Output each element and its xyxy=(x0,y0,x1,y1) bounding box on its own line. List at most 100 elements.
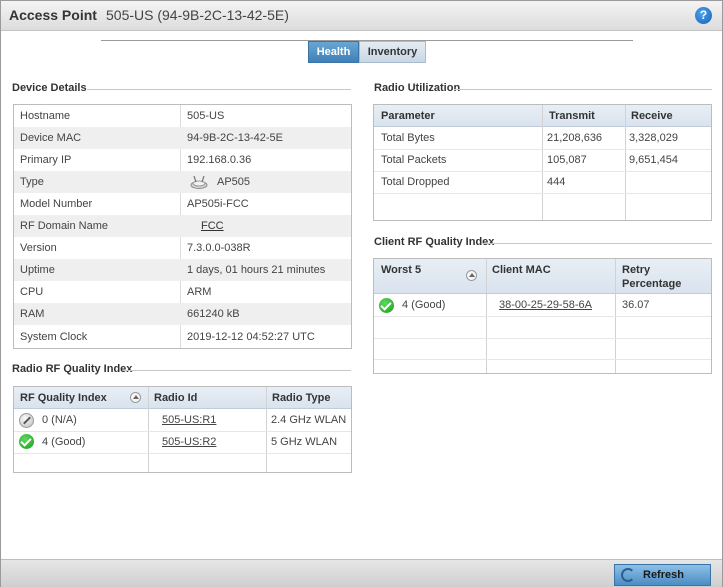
status-na-icon xyxy=(19,413,34,428)
detail-label: Primary IP xyxy=(20,154,72,166)
row-separator xyxy=(374,193,711,194)
column-header-radio-type[interactable]: Radio Type xyxy=(272,392,330,404)
column-header-parameter[interactable]: Parameter xyxy=(381,110,435,122)
device-details-panel: Hostname 505-US Device MAC 94-9B-2C-13-4… xyxy=(13,104,352,349)
table-header: RF Quality Index Radio Id Radio Type xyxy=(14,387,351,409)
access-point-icon xyxy=(190,175,208,189)
column-divider xyxy=(542,105,543,220)
refresh-button[interactable]: Refresh xyxy=(614,564,711,586)
transmit-value: 444 xyxy=(547,176,566,188)
detail-label: RF Domain Name xyxy=(20,220,109,232)
detail-label: Hostname xyxy=(20,110,71,122)
tab-health[interactable]: Health xyxy=(308,41,359,63)
device-details-title: Device Details xyxy=(12,82,87,94)
detail-value: 94-9B-2C-13-42-5E xyxy=(187,132,283,144)
detail-value: 505-US xyxy=(187,110,225,122)
detail-row-rf-domain: RF Domain Name FCC xyxy=(14,215,351,237)
detail-value: 1 days, 01 hours 21 minutes xyxy=(187,264,326,276)
detail-label: Uptime xyxy=(20,264,55,276)
column-header-percentage[interactable]: Percentage xyxy=(622,278,681,290)
column-divider xyxy=(266,387,267,472)
radio-id-link[interactable]: 505-US:R2 xyxy=(162,436,216,448)
page-title: Access Point xyxy=(9,7,97,23)
column-header-worst-5[interactable]: Worst 5 xyxy=(381,264,421,276)
parameter-label: Total Packets xyxy=(381,154,447,166)
detail-row-system-clock: System Clock 2019-12-12 04:52:27 UTC xyxy=(14,326,351,348)
transmit-value: 105,087 xyxy=(547,154,587,166)
receive-value: 3,328,029 xyxy=(629,132,678,144)
detail-row-ram: RAM 661240 kB xyxy=(14,303,351,325)
detail-row-version: Version 7.3.0.0-038R xyxy=(14,237,351,259)
radio-type-value: 2.4 GHz WLAN xyxy=(271,414,347,426)
detail-row-hostname: Hostname 505-US xyxy=(14,105,351,127)
parameter-label: Total Dropped xyxy=(381,176,450,188)
sort-icon[interactable] xyxy=(130,392,141,403)
row-separator xyxy=(374,149,711,150)
detail-value: AP505 xyxy=(217,176,251,188)
detail-label: RAM xyxy=(20,308,45,320)
radio-utilization-table: Parameter Transmit Receive Total Bytes 2… xyxy=(373,104,712,221)
column-header-client-mac[interactable]: Client MAC xyxy=(492,264,551,276)
detail-label: CPU xyxy=(20,286,44,298)
receive-value: 9,651,454 xyxy=(629,154,678,166)
column-header-transmit[interactable]: Transmit xyxy=(549,110,595,122)
parameter-label: Total Bytes xyxy=(381,132,435,144)
client-quality-value: 4 (Good) xyxy=(402,299,446,311)
detail-label: Device MAC xyxy=(20,132,82,144)
detail-row-device-mac: Device MAC 94-9B-2C-13-42-5E xyxy=(14,127,351,149)
radio-rf-quality-title: Radio RF Quality Index xyxy=(12,363,133,375)
detail-row-type: Type AP505 xyxy=(14,171,351,193)
refresh-label: Refresh xyxy=(643,569,684,581)
section-divider xyxy=(454,89,712,90)
rf-quality-value: 4 (Good) xyxy=(42,436,86,448)
row-separator xyxy=(14,453,351,454)
row-separator xyxy=(14,431,351,432)
help-icon[interactable]: ? xyxy=(695,7,712,24)
device-identifier: 505-US (94-9B-2C-13-42-5E) xyxy=(106,7,289,23)
radio-type-value: 5 GHz WLAN xyxy=(271,436,338,448)
client-rf-quality-table: Worst 5 Client MAC Retry Percentage 4 (G… xyxy=(373,258,712,374)
detail-value: 7.3.0.0-038R xyxy=(187,242,251,254)
tab-inventory[interactable]: Inventory xyxy=(359,41,426,63)
table-header: Worst 5 Client MAC Retry Percentage xyxy=(374,259,711,294)
radio-rf-quality-table: RF Quality Index Radio Id Radio Type 0 (… xyxy=(13,386,352,473)
row-separator xyxy=(374,316,711,317)
client-rf-quality-title: Client RF Quality Index xyxy=(374,236,495,248)
client-mac-link[interactable]: 38-00-25-29-58-6A xyxy=(499,299,592,311)
retry-value: 36.07 xyxy=(622,299,650,311)
detail-row-uptime: Uptime 1 days, 01 hours 21 minutes xyxy=(14,259,351,281)
section-divider xyxy=(87,89,351,90)
radio-utilization-title: Radio Utilization xyxy=(374,82,461,94)
row-separator xyxy=(374,338,711,339)
detail-label: Version xyxy=(20,242,57,254)
row-separator xyxy=(374,171,711,172)
section-divider xyxy=(483,243,712,244)
detail-row-primary-ip: Primary IP 192.168.0.36 xyxy=(14,149,351,171)
rf-domain-link[interactable]: FCC xyxy=(201,220,224,232)
column-header-receive[interactable]: Receive xyxy=(631,110,673,122)
detail-value: AP505i-FCC xyxy=(187,198,249,210)
column-header-radio-id[interactable]: Radio Id xyxy=(154,392,197,404)
radio-id-link[interactable]: 505-US:R1 xyxy=(162,414,216,426)
status-good-icon xyxy=(19,434,34,449)
column-header-retry[interactable]: Retry xyxy=(622,264,650,276)
refresh-icon xyxy=(621,568,635,582)
detail-label: Model Number xyxy=(20,198,93,210)
detail-value: 2019-12-12 04:52:27 UTC xyxy=(187,331,315,343)
column-header-rf-quality[interactable]: RF Quality Index xyxy=(20,392,107,404)
sort-icon[interactable] xyxy=(466,270,477,281)
access-point-window: Access Point 505-US (94-9B-2C-13-42-5E) … xyxy=(0,0,723,587)
column-divider xyxy=(625,105,626,220)
detail-row-model-number: Model Number AP505i-FCC xyxy=(14,193,351,215)
footer-bar: Refresh xyxy=(1,559,722,587)
detail-value: 661240 kB xyxy=(187,308,240,320)
detail-value: ARM xyxy=(187,286,212,298)
status-good-icon xyxy=(379,298,394,313)
detail-label: System Clock xyxy=(20,331,88,343)
detail-label: Type xyxy=(20,176,44,188)
detail-value: 192.168.0.36 xyxy=(187,154,252,166)
detail-row-cpu: CPU ARM xyxy=(14,281,351,303)
section-divider xyxy=(123,370,351,371)
rf-quality-value: 0 (N/A) xyxy=(42,414,77,426)
transmit-value: 21,208,636 xyxy=(547,132,603,144)
